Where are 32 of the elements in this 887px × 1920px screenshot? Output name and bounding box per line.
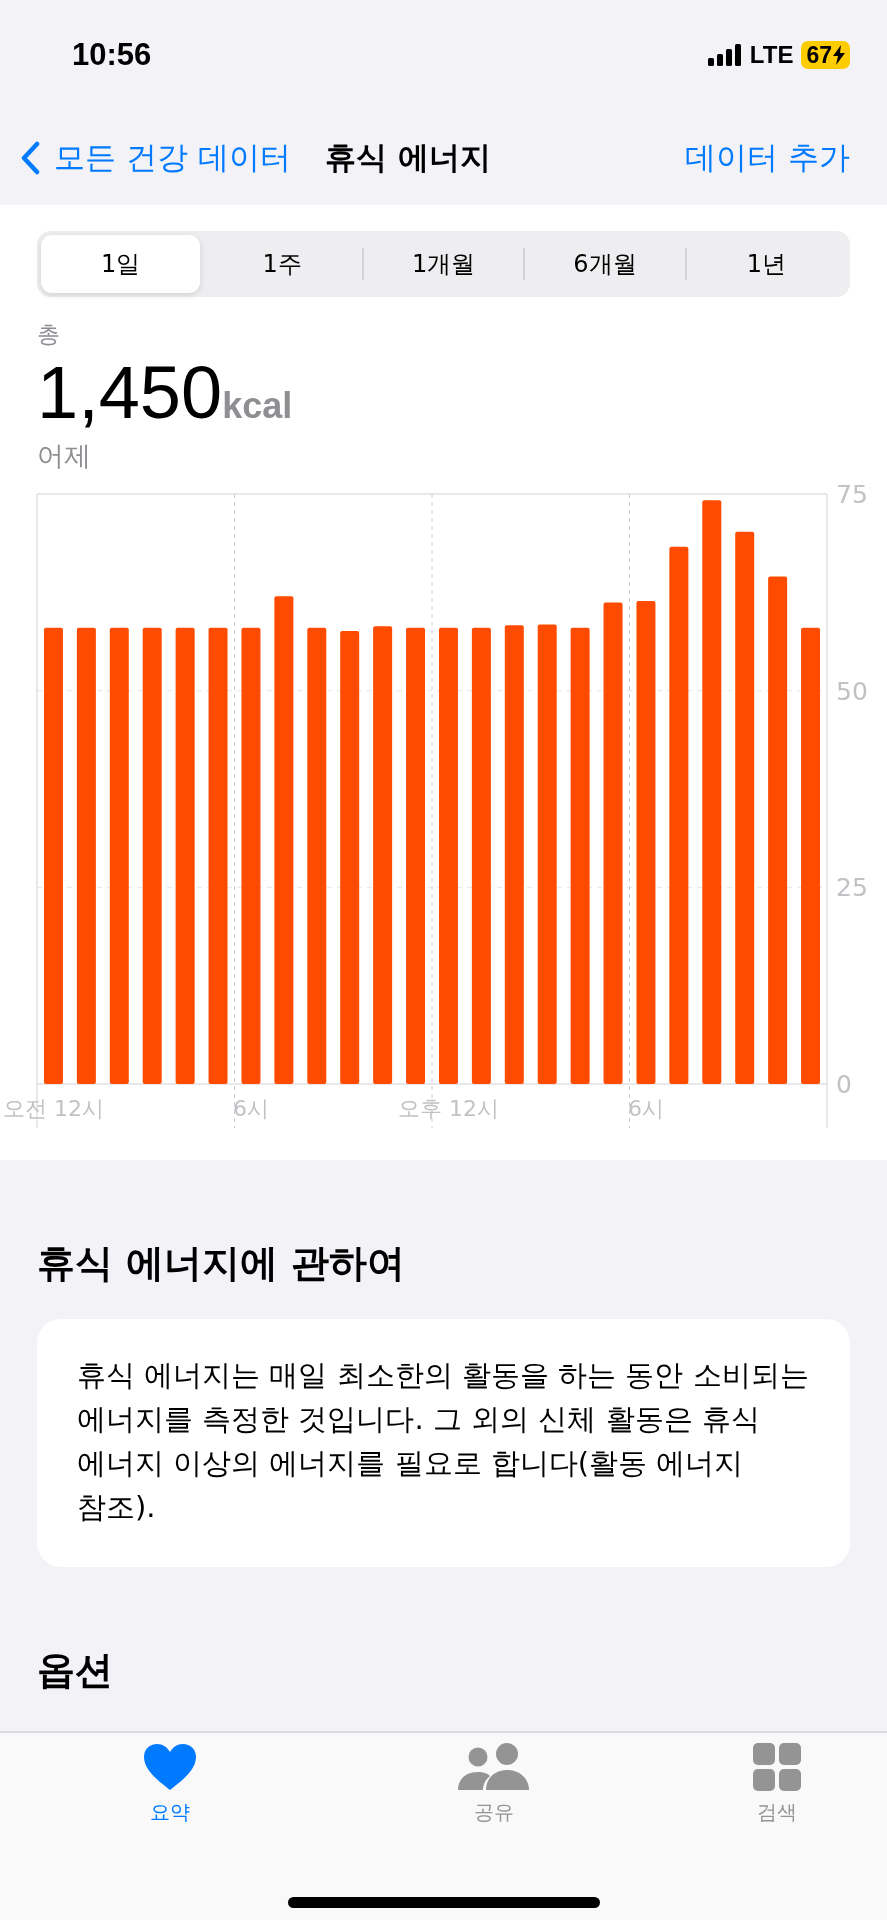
axis-label: 0 [836,1070,852,1099]
signal-icon [707,44,742,66]
range-tab[interactable]: 1개월 [363,235,524,293]
axis-label: 6시 [627,1096,664,1121]
range-tab[interactable]: 6개월 [525,235,685,293]
page-title: 휴식 에너지 [324,137,491,177]
grid-icon [753,1743,801,1791]
axis-label: 오후 12시 [397,1096,499,1121]
chevron-left-icon [20,140,40,175]
range-tab[interactable]: 1년 [686,235,847,293]
section-heading: 옵션 [37,1647,114,1694]
description-text: 휴식 에너지는 매일 최소한의 활동을 하는 동안 소비되는 에너지를 측정한 것입니다. 그 외의 신체 활동은 휴식 에너지 이상의 에너지를 필요로 합니다(활동 에너지 참조). [77,1357,810,1526]
add-data-link[interactable]: 데이터 추가 [685,136,850,179]
back-link[interactable]: 모든 건강 데이터 [20,136,291,179]
people-icon [457,1743,530,1791]
battery-icon: 67 [801,41,850,69]
axis-label: 오전 12시 [2,1096,104,1121]
axis-label: 50 [836,676,868,706]
network-label: LTE [749,41,794,69]
status-time: 10:56 [72,37,152,73]
axis-label: 6시 [232,1096,269,1121]
tab-item[interactable]: 요약 [120,1743,220,1843]
range-tab[interactable]: 1일 [41,235,201,293]
total-value: 1,450 [37,352,223,434]
date-label: 어제 [37,439,91,473]
range-tab[interactable]: 1주 [202,235,362,293]
unit-label: kcal [222,385,293,427]
total-label: 총 [37,320,60,349]
section-heading: 휴식 에너지에 관하여 [37,1240,407,1287]
axis-label: 75 [836,480,868,509]
heart-icon [143,1743,197,1791]
axis-label: 25 [836,873,868,903]
